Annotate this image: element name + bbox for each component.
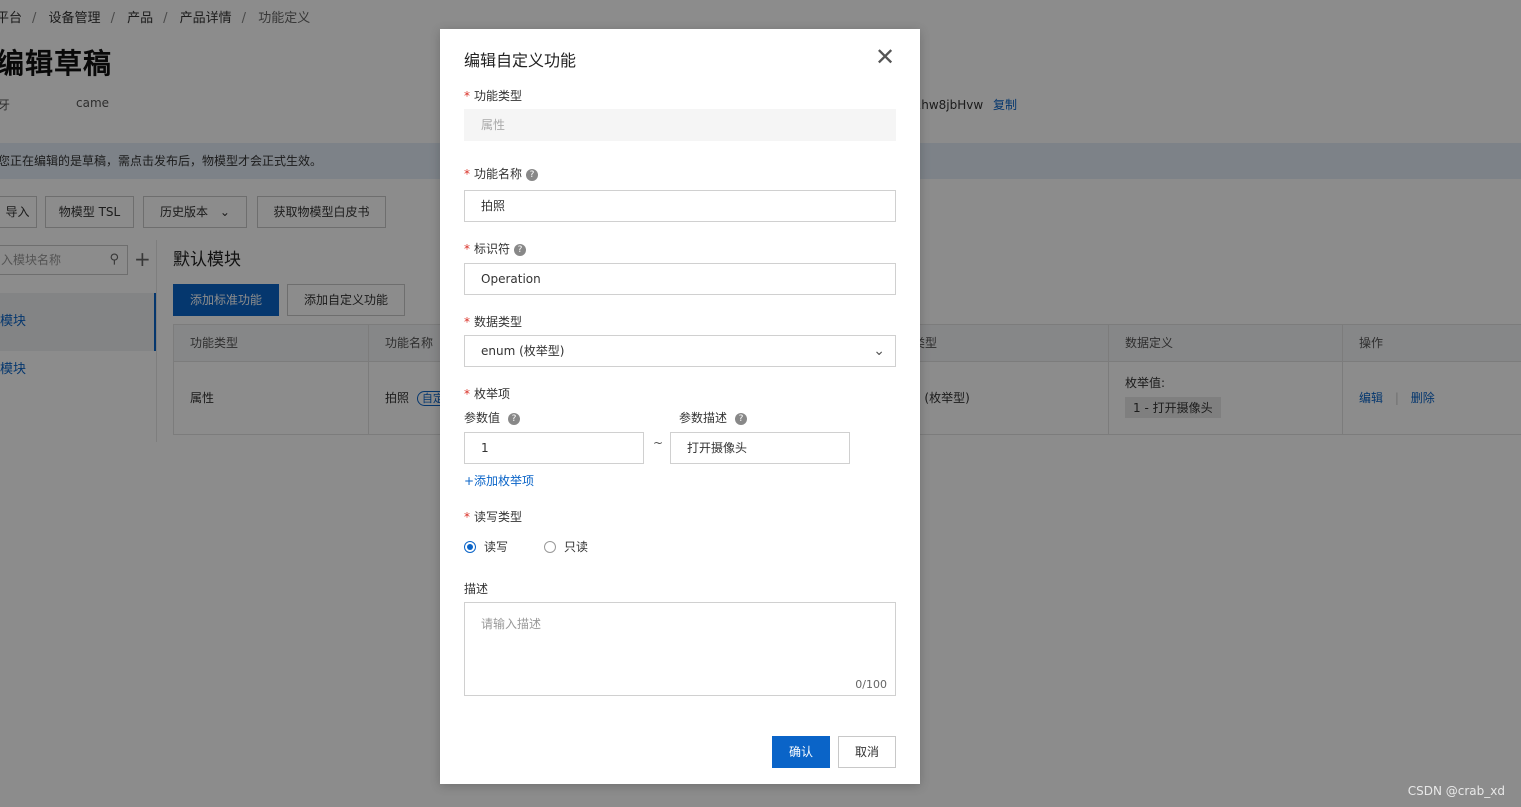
edit-custom-feature-dialog: 编辑自定义功能 ✕ * 功能类型 属性 * 功能名称? 拍照 * 标识符? Opera…: [440, 29, 920, 784]
rw-label: * 读写类型: [464, 510, 523, 524]
identifier-input[interactable]: Operation: [464, 263, 896, 295]
chevron-down-icon: ⌄: [873, 343, 885, 359]
param-desc-input[interactable]: 打开摄像头: [670, 432, 850, 464]
data-type-label: * 数据类型: [464, 315, 523, 329]
func-name-input[interactable]: 拍照: [464, 190, 896, 222]
func-name-label: * 功能名称?: [464, 165, 539, 182]
param-value-input[interactable]: 1: [464, 432, 644, 464]
help-icon[interactable]: ?: [508, 412, 521, 425]
help-icon[interactable]: ?: [526, 168, 539, 181]
cancel-button[interactable]: 取消: [838, 736, 896, 768]
rw-radio-readonly[interactable]: 只读: [544, 538, 588, 555]
identifier-label: * 标识符?: [464, 240, 527, 257]
range-separator: ~: [653, 436, 664, 450]
confirm-button[interactable]: 确认: [772, 736, 830, 768]
dialog-title: 编辑自定义功能: [464, 51, 577, 70]
add-enum-link[interactable]: +添加枚举项: [464, 472, 534, 489]
close-icon[interactable]: ✕: [875, 45, 895, 69]
param-value-label: 参数值?: [464, 409, 521, 426]
help-icon[interactable]: ?: [514, 243, 527, 256]
radio-icon: [544, 540, 556, 553]
watermark: CSDN @crab_xd: [1407, 784, 1505, 798]
enum-label: * 枚举项: [464, 387, 511, 401]
data-type-select[interactable]: enum (枚举型) ⌄: [464, 335, 896, 367]
func-type-field: 属性: [464, 109, 896, 141]
desc-placeholder: 请输入描述: [481, 617, 542, 631]
help-icon[interactable]: ?: [735, 412, 748, 425]
char-counter: 0/100: [855, 678, 887, 691]
param-desc-label: 参数描述?: [679, 409, 748, 426]
desc-textarea[interactable]: 请输入描述 0/100: [464, 602, 896, 696]
data-type-value: enum (枚举型): [481, 344, 565, 358]
radio-checked-icon: [464, 540, 476, 553]
rw-radio-readwrite[interactable]: 读写: [464, 538, 508, 555]
desc-label: 描述: [464, 582, 489, 596]
func-type-label: * 功能类型: [464, 89, 523, 103]
